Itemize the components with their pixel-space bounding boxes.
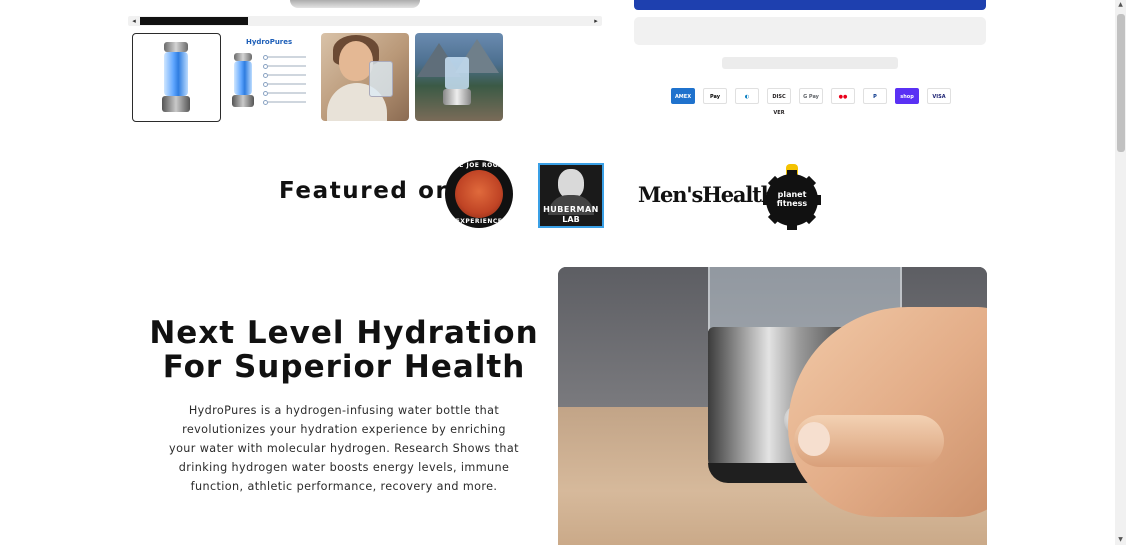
main-product-image xyxy=(290,0,420,8)
shop-pay-icon: shop xyxy=(895,88,919,104)
thumbnail-4[interactable] xyxy=(415,33,503,121)
page-scrollbar-thumb[interactable] xyxy=(1117,14,1125,152)
apple-pay-icon: Pay xyxy=(703,88,727,104)
google-pay-icon: G Pay xyxy=(799,88,823,104)
thumbnail-1[interactable] xyxy=(132,33,221,122)
buy-now-button[interactable] xyxy=(634,0,986,10)
thumbnail-3[interactable] xyxy=(321,33,409,121)
planet-fitness-logo: planet fitness xyxy=(763,164,821,230)
mastercard-icon: ●● xyxy=(831,88,855,104)
more-payment-options-link[interactable] xyxy=(722,57,898,69)
title-line-2: For Superior Health xyxy=(162,349,526,385)
title-line-1: Next Level Hydration xyxy=(149,315,539,351)
visa-icon: VISA xyxy=(927,88,951,104)
diners-club-icon: ◐ xyxy=(735,88,759,104)
joe-rogan-logo: THE JOE ROGAN EXPERIENCE xyxy=(445,160,513,228)
logo-text: EXPERIENCE xyxy=(455,218,503,225)
logo-text: HUBERMAN xyxy=(543,205,599,214)
section-description: HydroPures is a hydrogen-infusing water … xyxy=(169,404,519,493)
mens-health-logo: Men'sHealth xyxy=(638,182,776,207)
discover-icon: DISC VER xyxy=(767,88,791,116)
thumbnail-2[interactable]: HydroPures xyxy=(226,33,314,121)
product-demo-video[interactable] xyxy=(558,267,987,545)
scroll-left-arrow-icon[interactable]: ◂ xyxy=(128,16,140,26)
scroll-right-arrow-icon[interactable]: ▸ xyxy=(590,16,602,26)
payment-methods-list: AMEX Pay ◐ DISC VER G Pay ●● Pshop VISA xyxy=(671,88,951,116)
logo-text: LAB xyxy=(562,215,580,224)
gallery-scrollbar-thumb[interactable] xyxy=(140,17,248,25)
logo-text: planet fitness xyxy=(776,190,808,208)
scroll-up-icon[interactable]: ▲ xyxy=(1115,0,1126,10)
thumbnail-brand-label: HydroPures xyxy=(246,38,293,46)
paypal-icon: P xyxy=(863,88,887,104)
featured-on-heading: Featured on xyxy=(279,178,454,204)
scroll-down-icon[interactable]: ▼ xyxy=(1115,535,1126,545)
more-payment-button[interactable] xyxy=(634,17,986,45)
amex-icon: AMEX xyxy=(671,88,695,104)
section-title: Next Level Hydration For Superior Health xyxy=(140,316,548,384)
huberman-lab-logo: HUBERMAN LAB xyxy=(538,163,604,228)
logo-text: THE JOE ROGAN xyxy=(449,162,509,169)
